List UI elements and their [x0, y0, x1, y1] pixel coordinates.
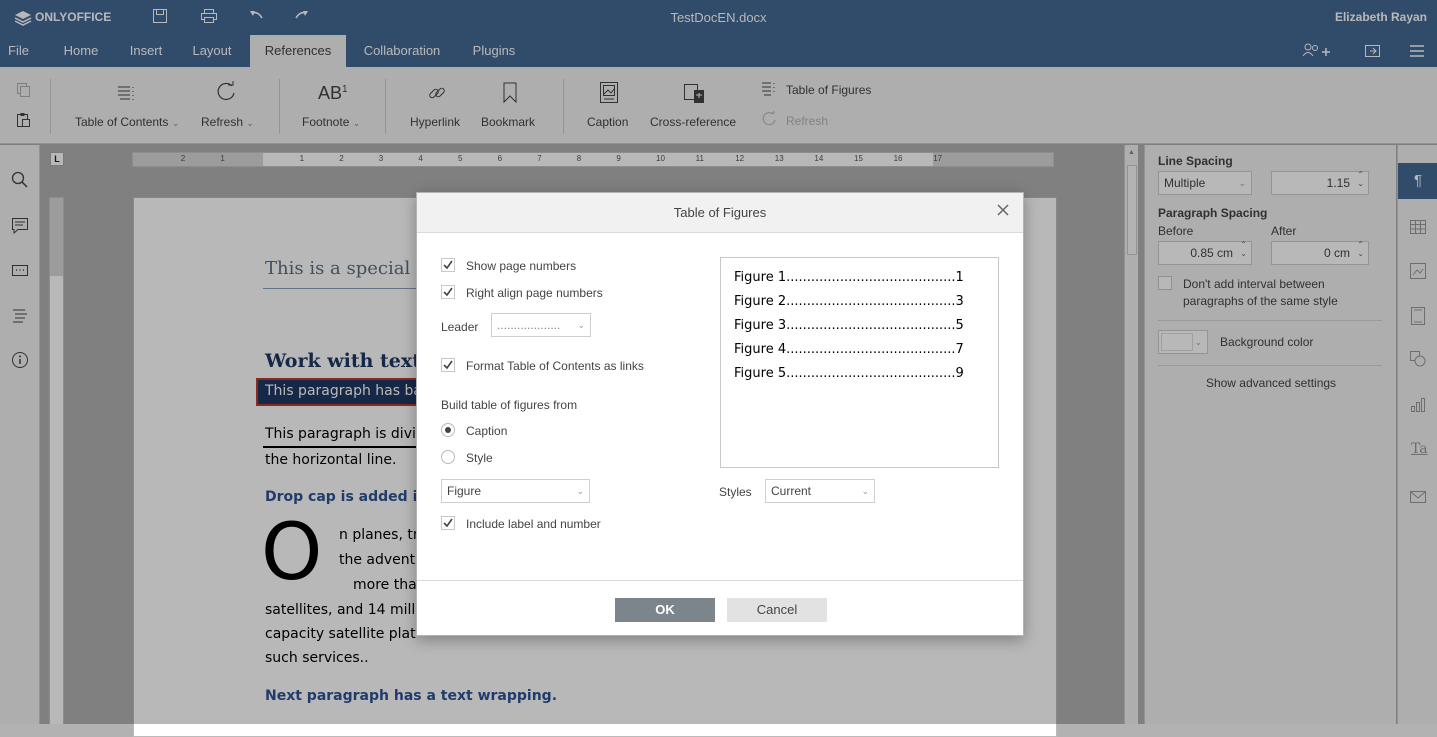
styles-label: Styles	[719, 485, 752, 499]
preview-line: Figure 2................................…	[734, 294, 964, 309]
check-icon	[443, 287, 453, 297]
dialog-header: Table of Figures	[417, 193, 1023, 233]
right-align-label: Right align page numbers	[466, 286, 603, 300]
caption-radio[interactable]	[441, 423, 455, 437]
style-radio[interactable]	[441, 450, 455, 464]
preview-line: Figure 4................................…	[734, 342, 964, 357]
leader-label: Leader	[441, 320, 479, 334]
preview-line: Figure 5................................…	[734, 366, 964, 381]
build-from-label: Build table of figures from	[441, 398, 578, 412]
check-icon	[443, 360, 453, 370]
cancel-button[interactable]: Cancel	[727, 598, 827, 622]
include-label-checkbox[interactable]	[441, 516, 455, 530]
styles-value: Current	[771, 484, 812, 498]
check-icon	[443, 518, 453, 528]
dialog-title: Table of Figures	[673, 205, 767, 220]
caption-label-value: Figure	[447, 484, 482, 498]
format-links-checkbox[interactable]	[441, 358, 455, 372]
chevron-down-icon: ⌄	[861, 486, 869, 496]
show-page-numbers-label: Show page numbers	[466, 259, 577, 273]
table-of-figures-dialog: Table of Figures Show page numbers Right…	[416, 192, 1024, 636]
leader-select[interactable]: ................... ⌄	[491, 313, 591, 337]
close-icon[interactable]	[997, 204, 1009, 216]
leader-value: ...................	[497, 318, 561, 332]
dialog-footer-divider	[417, 580, 1023, 581]
check-icon	[443, 260, 453, 270]
right-align-checkbox[interactable]	[441, 285, 455, 299]
include-label-text: Include label and number	[466, 517, 601, 531]
chevron-down-icon: ⌄	[576, 486, 584, 496]
chevron-down-icon: ⌄	[577, 320, 585, 330]
caption-label-select[interactable]: Figure ⌄	[441, 479, 590, 503]
caption-radio-label: Caption	[466, 424, 508, 438]
preview-line: Figure 3................................…	[734, 318, 964, 333]
styles-select[interactable]: Current ⌄	[765, 479, 875, 503]
show-page-numbers-checkbox[interactable]	[441, 258, 455, 272]
ok-button[interactable]: OK	[615, 598, 715, 622]
preview-line: Figure 1................................…	[734, 270, 964, 285]
figures-preview: Figure 1................................…	[720, 257, 999, 468]
style-radio-label: Style	[466, 451, 493, 465]
format-links-label: Format Table of Contents as links	[466, 359, 644, 373]
radio-dot	[445, 427, 451, 433]
